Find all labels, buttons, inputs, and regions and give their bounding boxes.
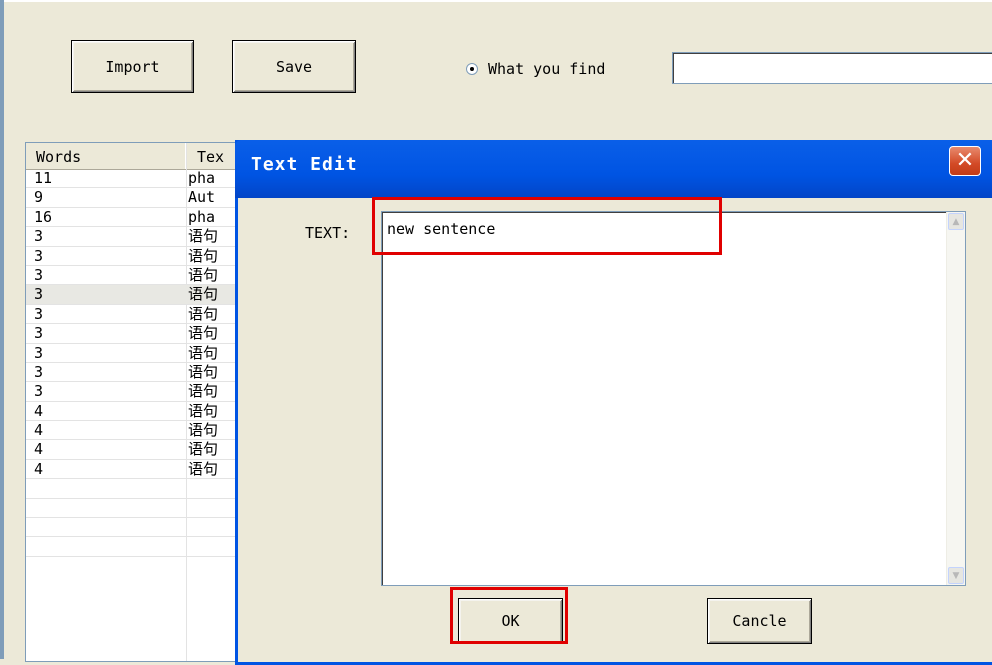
words-list[interactable]: Words Tex 11 pha 9 Aut 16 pha 3 语句 3 语句 3 语句 3 语句 3 语句 3… (25, 142, 265, 662)
table-row[interactable]: 3 语句 (26, 382, 264, 402)
cell-text: 语句 (188, 459, 219, 478)
cell-words: 3 (34, 227, 44, 246)
cell-text: 语句 (188, 382, 219, 401)
import-button[interactable]: Import (71, 40, 194, 93)
cell-text: 语句 (188, 324, 219, 343)
cell-text: 语句 (188, 440, 219, 459)
table-row[interactable] (26, 518, 264, 538)
cell-words: 3 (34, 382, 44, 401)
cell-text: 语句 (188, 246, 219, 265)
window-top-edge (4, 0, 992, 2)
table-row[interactable]: 3 语句 (26, 227, 264, 247)
table-row[interactable]: 4 语句 (26, 421, 264, 441)
table-row[interactable]: 3 语句 (26, 362, 264, 383)
cell-text: 语句 (188, 304, 219, 323)
close-icon[interactable]: ✕ (949, 146, 981, 176)
find-option[interactable]: What you find (466, 57, 605, 81)
scroll-down-icon[interactable]: ▼ (948, 567, 964, 584)
table-row[interactable]: 3 语句 (26, 265, 264, 286)
cell-text: Aut (188, 188, 216, 207)
table-row[interactable]: 3 语句 (26, 344, 264, 363)
cell-text: 语句 (188, 227, 219, 246)
table-row[interactable]: 3 语句 (26, 324, 264, 344)
list-rows: 11 pha 9 Aut 16 pha 3 语句 3 语句 3 语句 3 语句 3 语句 3 语句 3 语句 3 语句 3 语… (26, 169, 264, 557)
cell-words: 3 (34, 324, 44, 343)
cell-words: 3 (34, 343, 44, 362)
cell-words: 3 (34, 285, 44, 304)
text-label: TEXT: (305, 224, 351, 242)
cell-text: 语句 (188, 265, 219, 284)
dialog-body: TEXT: new sentence ▲ ▼ OK Cancle (238, 198, 992, 662)
cell-words: 11 (34, 169, 53, 187)
table-row[interactable]: 16 pha (26, 207, 264, 228)
table-row[interactable] (26, 537, 264, 557)
cell-text: 语句 (188, 401, 219, 420)
table-row[interactable]: 11 pha (26, 169, 264, 189)
table-row[interactable]: 4 语句 (26, 440, 264, 460)
cell-text: 语句 (188, 343, 219, 362)
text-edit-textarea[interactable]: new sentence ▲ ▼ (381, 211, 966, 586)
textarea-scrollbar[interactable]: ▲ ▼ (946, 212, 965, 585)
cell-text: 语句 (188, 362, 219, 381)
cell-text: pha (188, 169, 216, 187)
table-row[interactable] (26, 479, 264, 499)
cell-words: 4 (34, 459, 44, 478)
table-row[interactable]: 3 语句 (26, 285, 264, 305)
table-row[interactable]: 4 语句 (26, 401, 264, 422)
cell-words: 3 (34, 304, 44, 323)
find-option-label: What you find (488, 60, 606, 78)
ok-button[interactable]: OK (458, 598, 563, 644)
cell-words: 3 (34, 246, 44, 265)
cell-words: 16 (34, 207, 53, 226)
table-row[interactable] (26, 499, 264, 519)
window-left-edge (0, 0, 4, 659)
column-header-words[interactable]: Words (26, 143, 187, 169)
table-row[interactable]: 3 语句 (26, 247, 264, 266)
dialog-title: Text Edit (251, 154, 358, 175)
cell-words: 4 (34, 421, 44, 440)
find-radio-button[interactable] (466, 63, 478, 75)
find-input[interactable] (672, 52, 992, 84)
cell-words: 3 (34, 265, 44, 284)
table-row[interactable]: 3 语句 (26, 304, 264, 325)
save-button[interactable]: Save (232, 40, 356, 93)
cell-words: 4 (34, 440, 44, 459)
list-header: Words Tex (26, 143, 264, 170)
cell-text: pha (188, 207, 216, 226)
scroll-up-icon[interactable]: ▲ (948, 213, 964, 230)
cell-words: 3 (34, 362, 44, 381)
cancel-button[interactable]: Cancle (707, 598, 812, 644)
cell-words: 4 (34, 401, 44, 420)
dialog-titlebar[interactable]: Text Edit ✕ (235, 140, 992, 198)
cell-text: 语句 (188, 285, 219, 304)
table-row[interactable]: 4 语句 (26, 459, 264, 480)
text-edit-dialog: Text Edit ✕ TEXT: new sentence ▲ ▼ OK Ca… (235, 140, 992, 665)
table-row[interactable]: 9 Aut (26, 188, 264, 208)
text-value: new sentence (387, 220, 496, 238)
cell-text: 语句 (188, 421, 219, 440)
cell-words: 9 (34, 188, 44, 207)
